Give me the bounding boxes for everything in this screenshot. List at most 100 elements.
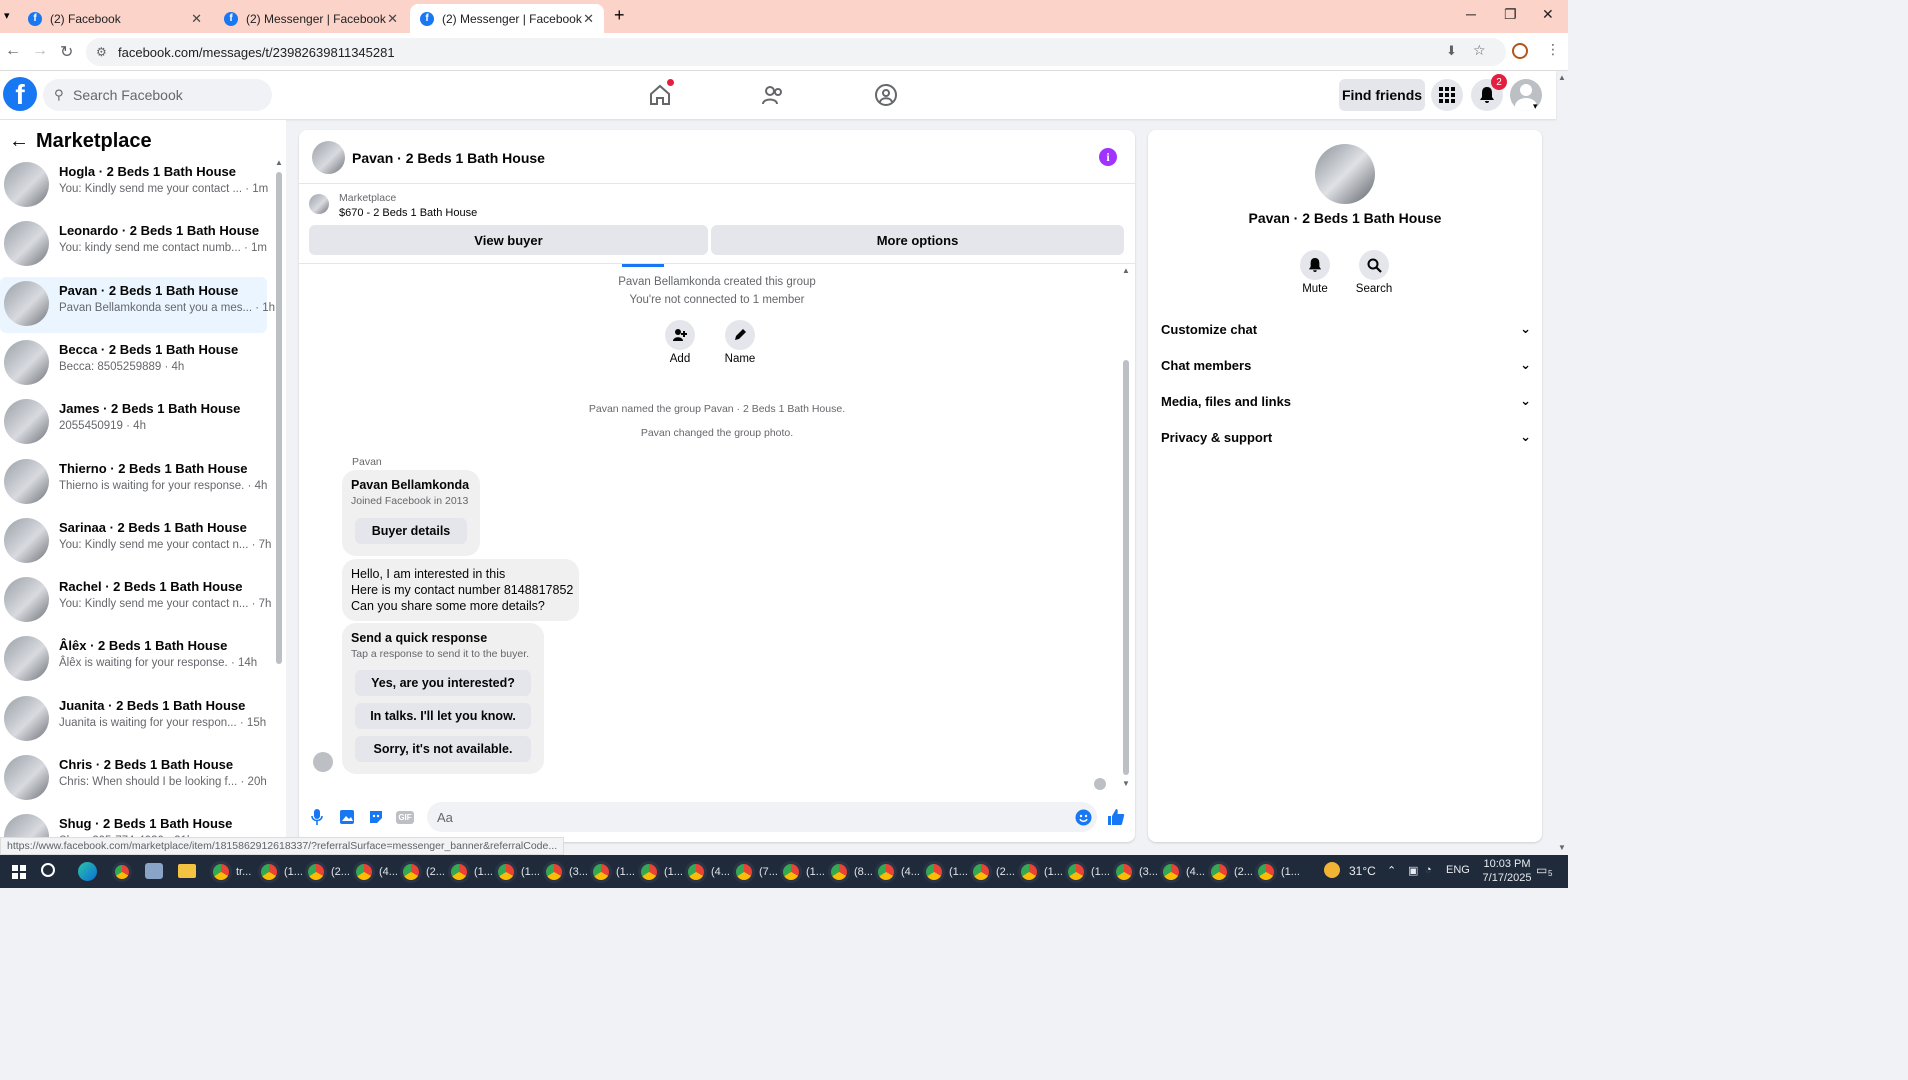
- conversation-item[interactable]: Leonardo · 2 Beds 1 Bath House You: kindy…: [0, 217, 267, 273]
- info-icon[interactable]: i: [1099, 148, 1117, 166]
- microphone-icon[interactable]: [308, 808, 326, 826]
- find-friends-button[interactable]: Find friends: [1339, 79, 1425, 111]
- language-indicator[interactable]: ENG: [1446, 864, 1470, 876]
- taskbar-app-button[interactable]: (3...: [543, 861, 588, 883]
- mute-button[interactable]: [1300, 250, 1330, 280]
- conversation-item[interactable]: Rachel · 2 Beds 1 Bath House You: Kindly …: [0, 573, 271, 629]
- section-privacy-support[interactable]: Privacy & support ⌄: [1161, 422, 1531, 452]
- clock-time[interactable]: 10:03 PM: [1478, 858, 1536, 870]
- taskbar-app-button[interactable]: (1...: [495, 861, 540, 883]
- account-chevron-icon[interactable]: ▾: [1533, 101, 1538, 112]
- forward-icon[interactable]: →: [32, 42, 48, 60]
- conversation-item[interactable]: Chris · 2 Beds 1 Bath House Chris: When s…: [0, 751, 267, 807]
- taskbar-app-button[interactable]: (7...: [733, 861, 778, 883]
- conversation-item[interactable]: Sarinaa · 2 Beds 1 Bath House You: Kindly…: [0, 514, 271, 570]
- browser-menu-icon[interactable]: ⋮: [1546, 41, 1560, 58]
- view-buyer-button[interactable]: View buyer: [309, 225, 708, 255]
- address-bar[interactable]: ⚙ facebook.com/messages/t/23982639811345…: [86, 38, 1506, 66]
- browser-tab-2[interactable]: f (2) Messenger | Facebook ✕: [214, 4, 408, 33]
- listing-thumbnail[interactable]: [309, 194, 329, 214]
- sticker-icon[interactable]: [367, 808, 385, 826]
- taskbar-app-button[interactable]: (3...: [1113, 861, 1158, 883]
- close-tab-icon[interactable]: ✕: [387, 11, 398, 27]
- menu-grid-icon[interactable]: [1431, 79, 1463, 111]
- taskbar-app-button[interactable]: (4...: [1160, 861, 1205, 883]
- page-scroll-up-icon[interactable]: ▲: [1558, 73, 1566, 82]
- gif-icon[interactable]: GIF: [396, 808, 414, 826]
- taskbar-app-button[interactable]: (1...: [590, 861, 635, 883]
- search-in-chat-button[interactable]: [1359, 250, 1389, 280]
- chat-scrollbar[interactable]: [1123, 360, 1129, 775]
- taskbar-app-button[interactable]: (1...: [258, 861, 303, 883]
- section-chat-members[interactable]: Chat members ⌄: [1161, 350, 1531, 380]
- clock-date[interactable]: 7/17/2025: [1478, 872, 1536, 884]
- conversation-item[interactable]: James · 2 Beds 1 Bath House 2055450919 · …: [0, 395, 267, 451]
- tab-list-chevron-icon[interactable]: ▾: [4, 9, 10, 22]
- section-media-files-links[interactable]: Media, files and links ⌄: [1161, 386, 1531, 416]
- taskbar-app-button[interactable]: (1...: [1018, 861, 1063, 883]
- app-icon[interactable]: [145, 863, 163, 879]
- taskbar-app-button[interactable]: (1...: [923, 861, 968, 883]
- group-avatar[interactable]: [1315, 144, 1375, 204]
- wifi-icon[interactable]: ◔: [1425, 864, 1432, 876]
- groups-icon[interactable]: [872, 81, 900, 109]
- close-tab-icon[interactable]: ✕: [583, 11, 594, 27]
- back-icon[interactable]: ←: [5, 42, 21, 60]
- chat-avatar[interactable]: [312, 141, 345, 174]
- listing-title[interactable]: $670 - 2 Beds 1 Bath House: [339, 207, 477, 219]
- minimize-button[interactable]: ─: [1466, 6, 1476, 22]
- back-arrow-icon[interactable]: ←: [9, 130, 29, 153]
- browser-tab-1[interactable]: f (2) Facebook ✕: [18, 4, 212, 33]
- chat-title[interactable]: Pavan · 2 Beds 1 Bath House: [352, 150, 545, 166]
- message-input[interactable]: Aa: [427, 802, 1097, 832]
- install-app-icon[interactable]: ⬇: [1446, 43, 1457, 59]
- windows-start-icon[interactable]: [12, 865, 26, 879]
- taskbar-app-button[interactable]: tr...: [210, 861, 251, 883]
- new-tab-button[interactable]: +: [614, 5, 625, 26]
- taskbar-app-button[interactable]: (2...: [400, 861, 445, 883]
- edit-name-button[interactable]: [725, 320, 755, 350]
- taskbar-app-button[interactable]: (2...: [305, 861, 350, 883]
- chrome-icon[interactable]: [112, 862, 132, 882]
- section-customize-chat[interactable]: Customize chat ⌄: [1161, 314, 1531, 344]
- taskbar-app-button[interactable]: (1...: [1255, 861, 1300, 883]
- taskbar-app-button[interactable]: (1...: [448, 861, 493, 883]
- chat-scroll-up-icon[interactable]: ▲: [1122, 266, 1130, 275]
- restore-button[interactable]: ❐: [1504, 6, 1517, 23]
- facebook-logo[interactable]: f: [3, 77, 37, 111]
- conversation-item[interactable]: Juanita · 2 Beds 1 Bath House Juanita is …: [0, 692, 267, 748]
- taskbar-app-button[interactable]: (4...: [353, 861, 398, 883]
- conversation-item[interactable]: Hogla · 2 Beds 1 Bath House You: Kindly s…: [0, 158, 268, 214]
- bookmark-star-icon[interactable]: ☆: [1473, 42, 1486, 59]
- page-scroll-down-icon[interactable]: ▼: [1558, 843, 1566, 852]
- search-taskbar-icon[interactable]: [41, 863, 55, 877]
- taskbar-app-button[interactable]: (8...: [828, 861, 873, 883]
- search-facebook-input[interactable]: ⚲ Search Facebook: [43, 79, 272, 111]
- emoji-icon[interactable]: [1074, 808, 1092, 826]
- conversation-item[interactable]: Thierno · 2 Beds 1 Bath House Thierno is …: [0, 455, 267, 511]
- quick-response-button[interactable]: Sorry, it's not available.: [355, 736, 531, 762]
- scroll-up-icon[interactable]: ▲: [275, 158, 283, 167]
- taskbar-app-button[interactable]: (1...: [780, 861, 825, 883]
- close-window-button[interactable]: ✕: [1542, 6, 1554, 23]
- profile-icon[interactable]: [1512, 43, 1528, 59]
- conversation-item[interactable]: Âlêx · 2 Beds 1 Bath House Âlêx is waitin…: [0, 632, 267, 688]
- photo-icon[interactable]: [338, 808, 356, 826]
- chat-scroll-down-icon[interactable]: ▼: [1122, 779, 1130, 788]
- add-member-button[interactable]: [665, 320, 695, 350]
- quick-response-button[interactable]: Yes, are you interested?: [355, 670, 531, 696]
- conversation-item[interactable]: Pavan · 2 Beds 1 Bath House Pavan Bellamk…: [0, 277, 275, 333]
- buyer-details-button[interactable]: Buyer details: [355, 518, 467, 544]
- weather-temp[interactable]: 31°C: [1349, 864, 1376, 878]
- taskbar-app-button[interactable]: (4...: [875, 861, 920, 883]
- message-bubble[interactable]: Hello, I am interested in this Here is m…: [342, 559, 579, 621]
- taskbar-app-button[interactable]: (2...: [1208, 861, 1253, 883]
- notification-center-icon[interactable]: ▭: [1536, 863, 1547, 877]
- taskbar-app-button[interactable]: (2...: [970, 861, 1015, 883]
- quick-response-button[interactable]: In talks. I'll let you know.: [355, 703, 531, 729]
- home-icon[interactable]: [646, 79, 674, 109]
- taskbar-app-button[interactable]: (1...: [1065, 861, 1110, 883]
- more-options-button[interactable]: More options: [711, 225, 1124, 255]
- taskbar-app-button[interactable]: (4...: [685, 861, 730, 883]
- reload-icon[interactable]: ↻: [60, 42, 73, 62]
